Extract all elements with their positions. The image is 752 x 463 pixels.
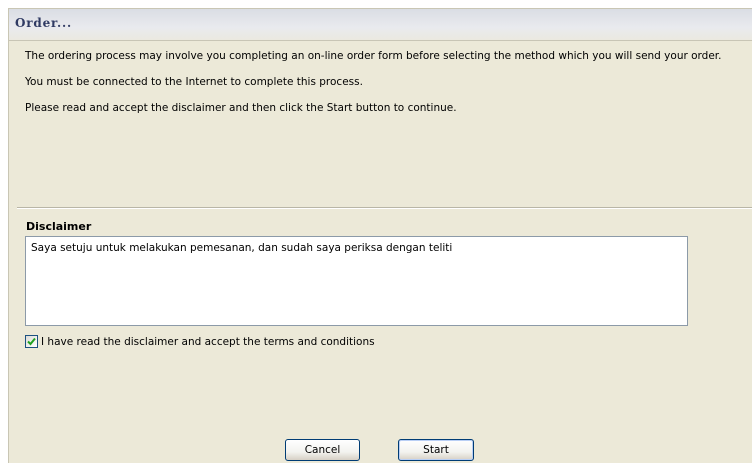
intro-paragraph-2: You must be connected to the Internet to… (25, 76, 363, 88)
cancel-button[interactable]: Cancel (285, 439, 360, 461)
intro-paragraph-1: The ordering process may involve you com… (25, 50, 722, 62)
title-bar[interactable]: Order... (9, 9, 752, 41)
accept-terms-label[interactable]: I have read the disclaimer and accept th… (41, 336, 375, 348)
section-divider (17, 207, 752, 209)
intro-paragraph-3: Please read and accept the disclaimer an… (25, 102, 457, 114)
accept-terms-checkbox[interactable] (25, 335, 38, 348)
order-dialog: Order... The ordering process may involv… (8, 8, 752, 463)
dialog-title: Order... (15, 16, 72, 30)
disclaimer-text: Saya setuju untuk melakukan pemesanan, d… (31, 242, 453, 254)
disclaimer-heading: Disclaimer (26, 220, 92, 233)
accept-terms-row[interactable]: I have read the disclaimer and accept th… (25, 335, 375, 348)
intro-text: The ordering process may involve you com… (25, 49, 743, 127)
disclaimer-text-area[interactable]: Saya setuju untuk melakukan pemesanan, d… (25, 236, 688, 326)
start-button[interactable]: Start (398, 439, 474, 461)
checkmark-icon (27, 337, 36, 346)
